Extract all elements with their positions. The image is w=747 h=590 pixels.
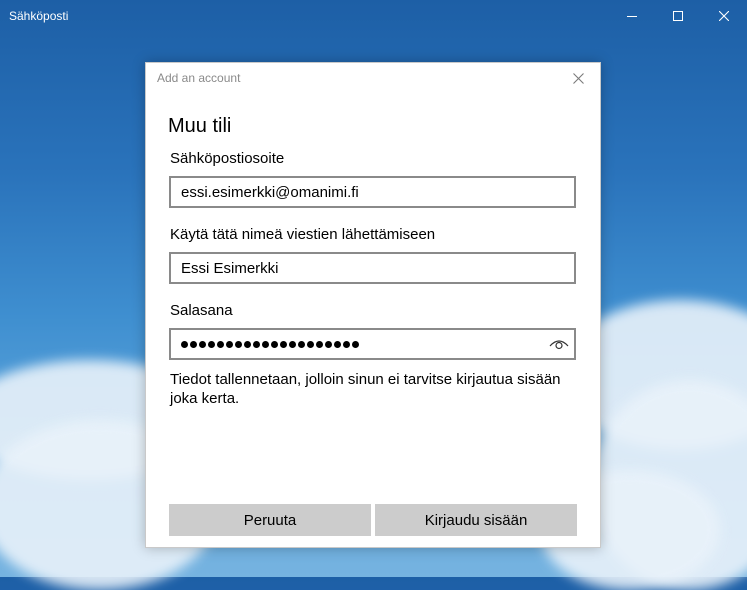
minimize-button[interactable] xyxy=(609,0,655,31)
password-mask xyxy=(181,340,359,348)
minimize-icon xyxy=(627,15,637,17)
display-name-field[interactable]: Essi Esimerkki xyxy=(169,252,576,284)
sign-in-button[interactable]: Kirjaudu sisään xyxy=(375,504,577,536)
window-titlebar: Sähköposti xyxy=(0,0,747,31)
password-dot xyxy=(325,340,332,348)
close-icon xyxy=(572,72,584,84)
close-icon xyxy=(719,10,729,21)
password-dot xyxy=(235,340,242,348)
password-label: Salasana xyxy=(170,302,233,319)
window-controls xyxy=(609,0,747,31)
password-dot xyxy=(208,340,215,348)
dialog-close-button[interactable] xyxy=(570,70,586,86)
eye-icon[interactable] xyxy=(549,337,569,351)
password-dot xyxy=(199,340,206,348)
password-dot xyxy=(253,340,260,348)
dialog-title: Add an account xyxy=(157,71,241,85)
password-dot xyxy=(280,340,287,348)
display-name-label: Käytä tätä nimeä viestien lähettämiseen xyxy=(170,226,436,243)
email-field[interactable]: essi.esimerkki@omanimi.fi xyxy=(169,176,576,208)
dialog-heading: Muu tili xyxy=(168,115,232,137)
password-dot xyxy=(307,340,314,348)
password-dot xyxy=(352,340,359,348)
display-name-value: Essi Esimerkki xyxy=(181,259,279,277)
close-button[interactable] xyxy=(701,0,747,31)
info-text: Tiedot tallennetaan, jolloin sinun ei ta… xyxy=(170,371,561,407)
window-title: Sähköposti xyxy=(9,8,69,23)
password-dot xyxy=(226,340,233,348)
password-dot xyxy=(190,340,197,348)
password-field[interactable] xyxy=(169,328,576,360)
password-dot xyxy=(334,340,341,348)
add-account-dialog: Add an account Muu tili Sähköpostiosoite… xyxy=(145,62,601,548)
password-dot xyxy=(271,340,278,348)
password-dot xyxy=(181,340,188,348)
email-label: Sähköpostiosoite xyxy=(170,150,285,167)
password-dot xyxy=(316,340,323,348)
password-dot xyxy=(262,340,269,348)
password-dot xyxy=(217,340,224,348)
password-dot xyxy=(343,340,350,348)
maximize-button[interactable] xyxy=(655,0,701,31)
email-value: essi.esimerkki@omanimi.fi xyxy=(181,183,359,201)
cancel-button[interactable]: Peruuta xyxy=(169,504,371,536)
password-dot xyxy=(289,340,296,348)
password-dot xyxy=(244,340,251,348)
password-dot xyxy=(298,340,305,348)
maximize-icon xyxy=(673,10,683,21)
